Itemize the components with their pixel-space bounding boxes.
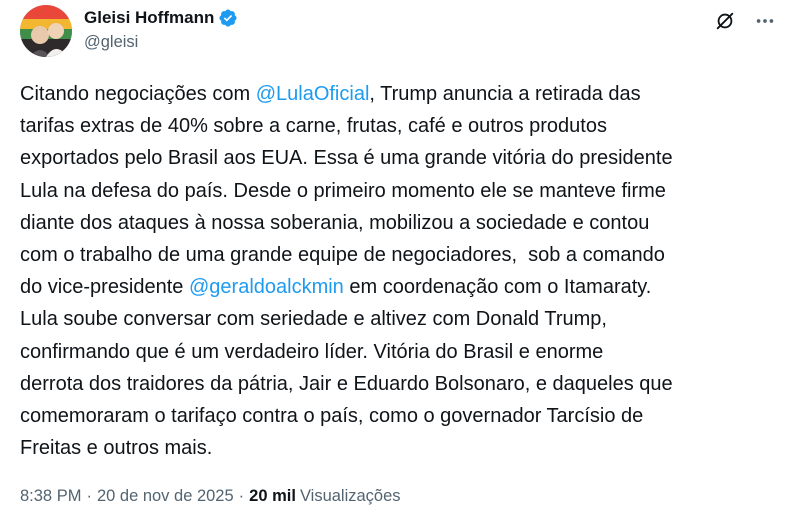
views-label: Visualizações: [299, 486, 401, 505]
tweet-text-segment: derrota dos traidores da pátria, Jair e …: [20, 372, 673, 395]
tweet-text-segment: exportados pelo Brasil aos EUA. Essa é u…: [20, 147, 673, 170]
avatar-image: [20, 5, 72, 57]
user-handle[interactable]: @gleisi: [84, 33, 238, 52]
tweet-text-segment: , Trump anuncia a retirada das: [369, 83, 641, 105]
grok-icon[interactable]: [712, 8, 738, 34]
tweet-text-segment: confirmando que é um verdadeiro líder. V…: [20, 340, 604, 363]
more-options-icon[interactable]: [752, 8, 778, 34]
meta-separator: ·: [86, 486, 92, 505]
tweet-text-line: derrota dos traidores da pátria, Jair e …: [20, 368, 790, 400]
tweet-metadata: 8:38 PM · 20 de nov de 2025 · 20 mil Vis…: [20, 484, 401, 508]
verified-badge-icon[interactable]: [218, 8, 238, 28]
tweet-text-segment: Lula soube conversar com seriedade e alt…: [20, 308, 607, 331]
tweet-time[interactable]: 8:38 PM: [20, 487, 81, 506]
tweet-text-line: confirmando que é um verdadeiro líder. V…: [20, 336, 790, 368]
tweet-text-segment: do vice-presidente: [20, 276, 189, 299]
tweet-text: Citando negociações com @LulaOficial, Tr…: [20, 78, 790, 464]
tweet-text-line: comemoraram o tarifaço contra o país, co…: [20, 400, 790, 432]
mention-link[interactable]: @LulaOficial: [256, 83, 370, 105]
tweet-text-segment: em coordenação com o Itamaraty.: [343, 276, 652, 299]
display-name[interactable]: Gleisi Hoffmann: [84, 8, 214, 28]
tweet-text-segment: com o trabalho de uma grande equipe de n…: [20, 244, 665, 267]
tweet-text-line: Citando negociações com @LulaOficial, Tr…: [20, 78, 790, 110]
tweet-text-segment: diante dos ataques à nossa soberania, mo…: [20, 211, 650, 234]
tweet-text-line: com o trabalho de uma grande equipe de n…: [20, 239, 790, 271]
tweet-actions-top: [712, 8, 778, 34]
tweet-text-segment: Citando negociações com: [20, 83, 256, 105]
mention-link[interactable]: @geraldoalckmin: [189, 276, 344, 298]
tweet: Gleisi Hoffmann @gleisi Citando negociaç…: [0, 0, 800, 532]
tweet-text-line: Lula soube conversar com seriedade e alt…: [20, 303, 790, 335]
tweet-text-segment: Freitas e outros mais.: [20, 437, 213, 460]
tweet-text-line: exportados pelo Brasil aos EUA. Essa é u…: [20, 142, 790, 174]
meta-separator: ·: [238, 486, 245, 505]
tweet-date[interactable]: 20 de nov de 2025: [97, 487, 234, 506]
tweet-text-segment: comemoraram o tarifaço contra o país, co…: [20, 405, 644, 428]
name-row: Gleisi Hoffmann: [84, 6, 238, 30]
tweet-text-line: diante dos ataques à nossa soberania, mo…: [20, 207, 790, 239]
views-count: 20 mil: [249, 486, 296, 505]
tweet-text-line: Lula na defesa do país. Desde o primeiro…: [20, 175, 790, 207]
tweet-text-line: do vice-presidente @geraldoalckmin em co…: [20, 271, 790, 303]
tweet-text-segment: tarifas extras de 40% sobre a carne, fru…: [20, 115, 607, 138]
tweet-text-line: tarifas extras de 40% sobre a carne, fru…: [20, 110, 790, 142]
tweet-text-line: Freitas e outros mais.: [20, 432, 790, 464]
tweet-header: Gleisi Hoffmann @gleisi: [84, 6, 238, 52]
tweet-text-segment: Lula na defesa do país. Desde o primeiro…: [20, 179, 666, 202]
avatar[interactable]: [20, 5, 72, 57]
